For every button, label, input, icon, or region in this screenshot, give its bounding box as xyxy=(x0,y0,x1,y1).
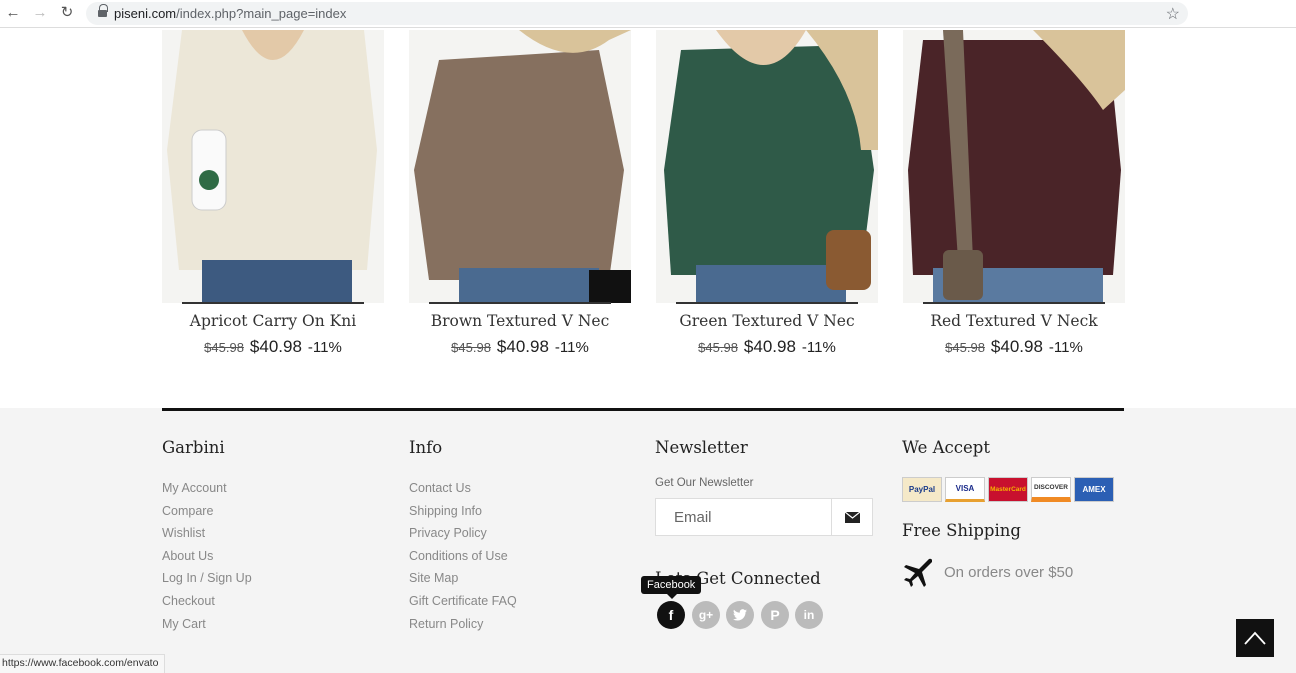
facebook-icon[interactable]: f xyxy=(657,601,685,629)
footer-heading: Newsletter xyxy=(655,438,748,457)
newsletter-label: Get Our Newsletter xyxy=(655,477,754,489)
product-image[interactable] xyxy=(656,30,878,303)
pinterest-icon[interactable]: P xyxy=(761,601,789,629)
footer-column-newsletter: Newsletter Get Our Newsletter Lets Get C… xyxy=(641,438,875,629)
address-bar[interactable]: piseni.com/index.php?main_page=index ☆ xyxy=(86,2,1188,25)
paypal-icon: PayPal xyxy=(902,477,942,502)
status-bar-url: https://www.facebook.com/envato xyxy=(0,654,166,673)
footer-link-contact-us[interactable]: Contact Us xyxy=(409,477,517,500)
footer-link-wishlist[interactable]: Wishlist xyxy=(162,522,252,545)
amex-icon: AMEX xyxy=(1074,477,1114,502)
price: $40.98 xyxy=(990,337,1043,356)
product-underline xyxy=(429,302,611,304)
price: $40.98 xyxy=(249,337,302,356)
free-shipping-row: On orders over $50 xyxy=(902,557,1132,587)
footer-link-shipping-info[interactable]: Shipping Info xyxy=(409,500,517,523)
footer-link-login[interactable]: Log In / Sign Up xyxy=(162,567,252,590)
product-prices: $45.98 $40.98 -11% xyxy=(409,337,631,357)
free-shipping-text: On orders over $50 xyxy=(944,563,1074,581)
facebook-tooltip: Facebook xyxy=(641,576,702,599)
price: $40.98 xyxy=(496,337,549,356)
free-shipping-heading: Free Shipping xyxy=(902,521,1021,540)
footer-column-info: Info Contact Us Shipping Info Privacy Po… xyxy=(409,438,517,635)
footer-link-privacy-policy[interactable]: Privacy Policy xyxy=(409,522,517,545)
discover-icon: DISCOVER xyxy=(1031,477,1071,502)
product-underline xyxy=(182,302,364,304)
discount: -11% xyxy=(1048,339,1083,356)
product-prices: $45.98 $40.98 -11% xyxy=(903,337,1125,357)
old-price: $45.98 xyxy=(451,340,491,355)
newsletter-submit-button[interactable] xyxy=(831,499,872,535)
discount: -11% xyxy=(307,339,342,356)
footer-column-garbini: Garbini My Account Compare Wishlist Abou… xyxy=(162,438,252,635)
footer-link-checkout[interactable]: Checkout xyxy=(162,590,252,613)
product-name[interactable]: Green Textured V Nec xyxy=(656,312,878,330)
chevron-up-icon xyxy=(1244,631,1266,645)
footer-link-my-account[interactable]: My Account xyxy=(162,477,252,500)
footer-heading: We Accept xyxy=(902,438,990,457)
envelope-icon xyxy=(844,511,860,523)
product-name[interactable]: Apricot Carry On Kni xyxy=(162,312,384,330)
visa-icon: VISA xyxy=(945,477,985,502)
footer-column-we-accept: We Accept PayPal VISA MasterCard DISCOVE… xyxy=(902,438,1132,587)
footer-heading: Info xyxy=(409,438,443,457)
old-price: $45.98 xyxy=(698,340,738,355)
footer-link-gift-faq[interactable]: Gift Certificate FAQ xyxy=(409,590,517,613)
bookmark-star-icon[interactable]: ☆ xyxy=(1166,4,1180,24)
forward-icon[interactable]: → xyxy=(31,4,49,22)
payment-cards: PayPal VISA MasterCard DISCOVER AMEX xyxy=(902,477,1132,502)
footer-divider xyxy=(162,408,1124,411)
product-underline xyxy=(923,302,1105,304)
discount: -11% xyxy=(554,339,589,356)
footer-link-return-policy[interactable]: Return Policy xyxy=(409,613,517,636)
email-field[interactable] xyxy=(656,499,832,535)
back-icon[interactable]: ← xyxy=(4,4,22,22)
airplane-icon xyxy=(904,558,932,587)
footer-link-conditions[interactable]: Conditions of Use xyxy=(409,545,517,568)
google-plus-icon[interactable]: g+ xyxy=(692,601,720,629)
product-name[interactable]: Brown Textured V Nec xyxy=(409,312,631,330)
reload-icon[interactable]: ↻ xyxy=(58,4,76,22)
product-image[interactable] xyxy=(162,30,384,303)
browser-toolbar: ← → ↻ piseni.com/index.php?main_page=ind… xyxy=(0,0,1296,28)
price: $40.98 xyxy=(743,337,796,356)
discount: -11% xyxy=(801,339,836,356)
lock-icon xyxy=(98,4,108,19)
footer-heading: Garbini xyxy=(162,438,225,457)
product-prices: $45.98 $40.98 -11% xyxy=(656,337,878,357)
scroll-to-top-button[interactable] xyxy=(1236,619,1274,657)
linkedin-icon[interactable]: in xyxy=(795,601,823,629)
newsletter-form xyxy=(655,498,873,536)
old-price: $45.98 xyxy=(945,340,985,355)
product-underline xyxy=(676,302,858,304)
url-text: piseni.com/index.php?main_page=index xyxy=(114,6,347,21)
product-image[interactable] xyxy=(903,30,1125,303)
footer-link-site-map[interactable]: Site Map xyxy=(409,567,517,590)
footer: Garbini My Account Compare Wishlist Abou… xyxy=(0,408,1296,673)
product-name[interactable]: Red Textured V Neck xyxy=(903,312,1125,330)
footer-link-compare[interactable]: Compare xyxy=(162,500,252,523)
footer-link-about-us[interactable]: About Us xyxy=(162,545,252,568)
twitter-icon[interactable] xyxy=(726,601,754,629)
product-image[interactable] xyxy=(409,30,631,303)
old-price: $45.98 xyxy=(204,340,244,355)
mastercard-icon: MasterCard xyxy=(988,477,1028,502)
footer-link-my-cart[interactable]: My Cart xyxy=(162,613,252,636)
product-prices: $45.98 $40.98 -11% xyxy=(162,337,384,357)
